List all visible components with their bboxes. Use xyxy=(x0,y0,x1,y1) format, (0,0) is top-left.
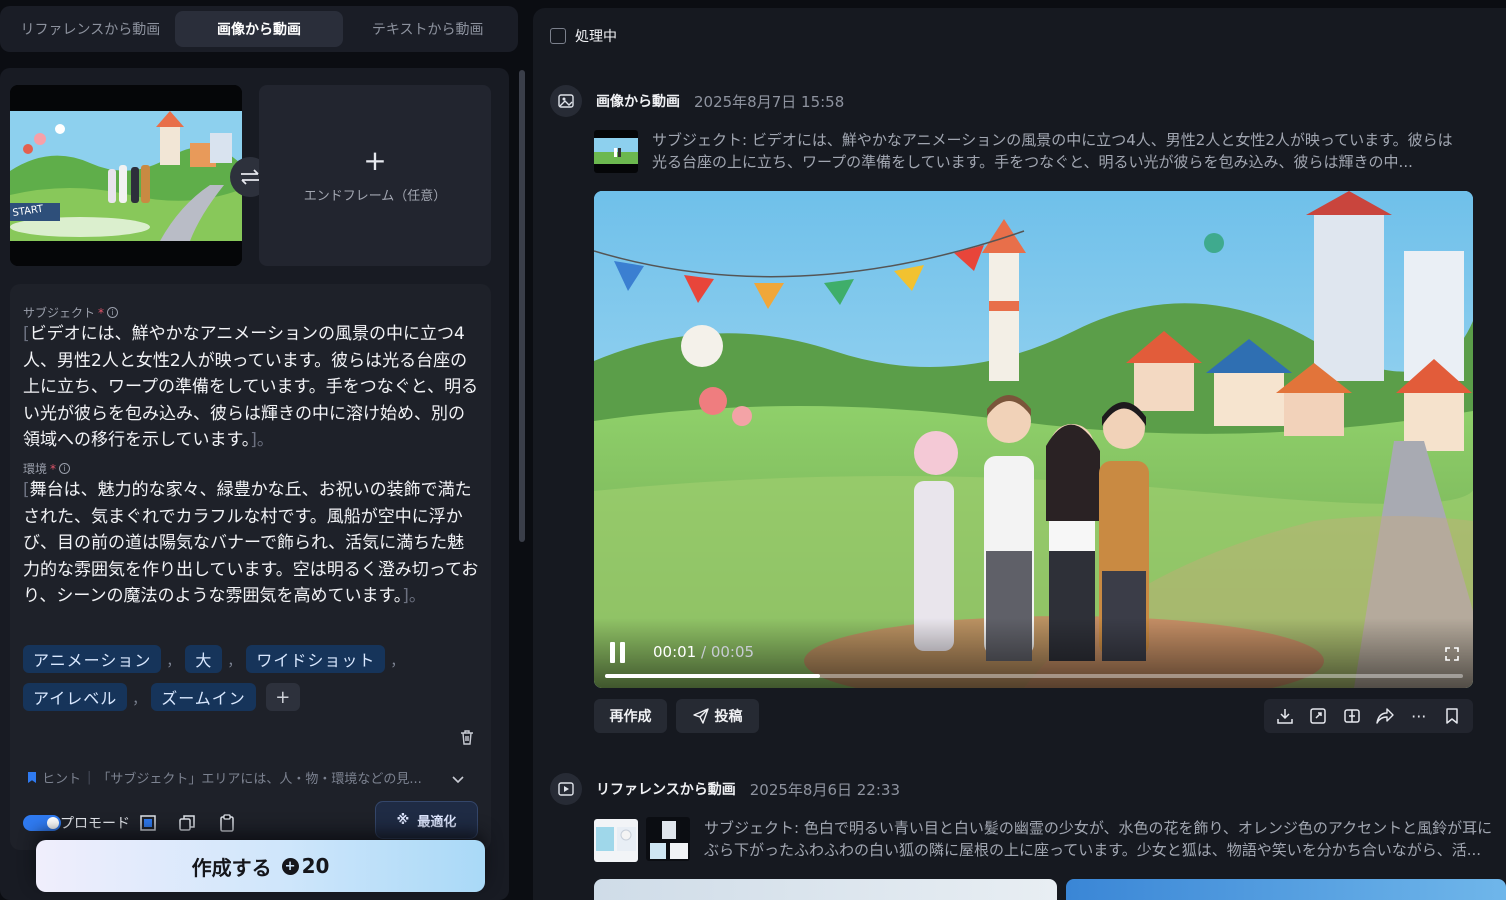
mode-tabs: リファレンスから動画 画像から動画 テキストから動画 xyxy=(0,6,518,52)
swap-icon xyxy=(241,169,259,185)
bookmark-icon[interactable] xyxy=(1441,705,1463,727)
generation-title: 画像から動画 xyxy=(596,94,680,110)
processing-filter[interactable]: 処理中 xyxy=(550,26,617,46)
video-thumbnail[interactable] xyxy=(1066,879,1506,900)
hint-bar[interactable]: ヒント | 「サブジェクト」エリアには、人・物・環境などの見... xyxy=(28,768,470,787)
start-frame-image: START xyxy=(10,85,242,266)
sparkle-icon: ※ xyxy=(396,812,410,828)
pause-icon[interactable] xyxy=(610,642,625,663)
chip-animation[interactable]: アニメーション xyxy=(23,645,162,673)
video-player[interactable]: 00:01 / 00:05 xyxy=(594,191,1473,688)
subject-label: サブジェクト * i xyxy=(23,304,119,321)
chip-camera[interactable]: ズームイン xyxy=(151,683,256,711)
start-frame-upload[interactable]: START xyxy=(10,85,242,266)
chip-shot[interactable]: ワイドショット xyxy=(246,645,386,673)
results-panel: 処理中 画像から動画 2025年8月7日 15:58 サブジェクト: ビデオには… xyxy=(533,8,1506,900)
send-icon xyxy=(692,708,709,724)
generation-title: リファレンスから動画 xyxy=(596,782,736,798)
end-frame-upload[interactable]: + エンドフレーム（任意） xyxy=(259,85,491,266)
tab-text-to-video[interactable]: テキストから動画 xyxy=(343,11,512,47)
video-thumbnail[interactable] xyxy=(594,879,1057,900)
more-icon[interactable]: ··· xyxy=(1408,705,1430,727)
reference-video-icon xyxy=(550,773,582,805)
copy-icon[interactable] xyxy=(177,813,197,833)
share-icon[interactable] xyxy=(1374,705,1396,727)
hint-text: 「サブジェクト」エリアには、人・物・環境などの見... xyxy=(97,772,422,787)
download-icon[interactable] xyxy=(1274,705,1296,727)
trash-icon[interactable] xyxy=(458,728,476,750)
processing-checkbox[interactable] xyxy=(550,28,566,44)
tab-reference-to-video[interactable]: リファレンスから動画 xyxy=(6,11,175,47)
add-chip-button[interactable]: + xyxy=(265,683,300,711)
tab-image-to-video[interactable]: 画像から動画 xyxy=(174,11,344,47)
processing-label: 処理中 xyxy=(575,29,617,45)
post-button[interactable]: 投稿 xyxy=(676,699,759,733)
prompt-editor[interactable]: サブジェクト * i [ビデオには、鮮やかなアニメーションの風景の中に立つ4人、男性… xyxy=(10,284,491,850)
generation-description: サブジェクト: ビデオには、鮮やかなアニメーションの風景の中に立つ4人、男性2人… xyxy=(652,131,1453,171)
source-thumbnail[interactable] xyxy=(594,130,638,173)
create-label: 作成する xyxy=(191,855,272,880)
chevron-down-icon[interactable] xyxy=(451,770,465,789)
info-icon: i xyxy=(107,307,119,318)
reference-thumbnail[interactable] xyxy=(594,819,638,862)
credit-icon: + xyxy=(281,857,299,875)
save-template-icon[interactable] xyxy=(138,813,158,833)
chip-angle[interactable]: アイレベル xyxy=(23,683,128,711)
environment-text[interactable]: [舞台は、魅力的な家々、緑豊かな丘、お祝いの装飾で満たされた、気まぐれでカラフル… xyxy=(23,477,481,610)
video-progress-fill xyxy=(605,674,820,678)
extend-icon[interactable] xyxy=(1341,705,1363,727)
regenerate-button[interactable]: 再作成 xyxy=(594,699,667,733)
pro-mode-label: プロモード xyxy=(60,816,130,832)
info-icon: i xyxy=(59,463,71,474)
chip-size[interactable]: 大 xyxy=(185,645,223,673)
reference-thumbnail[interactable] xyxy=(646,817,690,861)
generation-date: 2025年8月6日 22:33 xyxy=(749,780,900,799)
hint-label: ヒント xyxy=(42,772,82,787)
generation-description: サブジェクト: 色白で明るい青い目と白い髪の幽霊の少女が、水色の花を飾り、オレン… xyxy=(704,819,1493,859)
fullscreen-icon[interactable] xyxy=(1445,646,1459,665)
clipboard-icon[interactable] xyxy=(217,813,237,833)
left-panel: リファレンスから動画 画像から動画 テキストから動画 START + エンドフレ… xyxy=(0,0,525,900)
credit-cost: + 20 xyxy=(281,854,329,878)
video-frame xyxy=(594,191,1473,688)
create-button[interactable]: 作成する + 20 xyxy=(36,840,485,892)
optimize-button[interactable]: ※ 最適化 xyxy=(375,801,478,839)
panel-scrollbar[interactable] xyxy=(519,70,525,542)
plus-icon: + xyxy=(363,144,387,177)
upscale-icon[interactable] xyxy=(1307,705,1329,727)
subject-text[interactable]: [ビデオには、鮮やかなアニメーションの風景の中に立つ4人、男性2人と女性2人が映… xyxy=(23,321,481,454)
generation-date: 2025年8月7日 15:58 xyxy=(694,92,845,111)
generation-header: リファレンスから動画 2025年8月6日 22:33 xyxy=(550,773,900,805)
end-frame-label: エンドフレーム（任意） xyxy=(303,189,447,204)
pro-mode-toggle[interactable] xyxy=(23,815,61,831)
style-chips: アニメーション， 大， ワイドショット， アイレベル， ズームイン + xyxy=(23,645,483,711)
environment-label: 環境 * i xyxy=(23,460,71,477)
generation-header: 画像から動画 2025年8月7日 15:58 xyxy=(550,85,844,117)
image-video-icon xyxy=(550,85,582,117)
video-actions: ··· xyxy=(1264,699,1473,733)
hint-bookmark-icon xyxy=(28,772,36,783)
timecode: 00:01 / 00:05 xyxy=(653,643,755,661)
video-progress-bar[interactable] xyxy=(605,674,1463,678)
